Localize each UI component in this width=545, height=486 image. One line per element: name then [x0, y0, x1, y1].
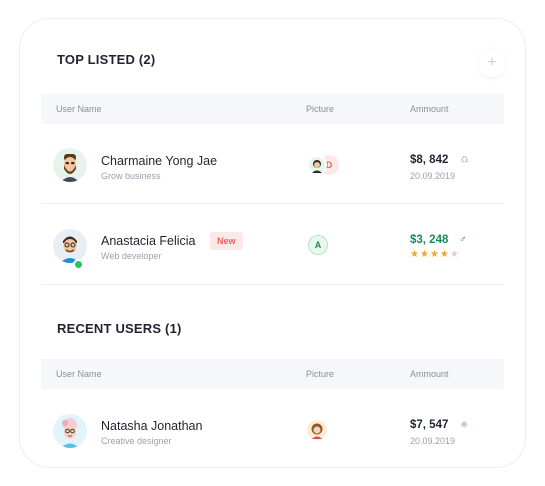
amount-date: 20.09.2019: [410, 171, 456, 181]
male-icon: ♂: [459, 234, 467, 245]
star-icon: ★: [439, 249, 450, 260]
amount-value: $3, 248: [410, 234, 449, 246]
user-role: Creative designer: [101, 436, 172, 446]
amount-date: 20.09.2019: [410, 436, 456, 446]
recent-users-title: RECENT USERS (1): [57, 321, 182, 336]
table-row[interactable]: Natasha Jonathan Creative designer $7, 5…: [41, 389, 504, 467]
column-user-name: User Name: [56, 369, 102, 379]
user-role: Grow business: [101, 171, 161, 181]
plus-icon: +: [487, 54, 497, 71]
picture-avatar: [307, 155, 327, 175]
man-glasses-avatar-icon: [60, 236, 80, 263]
column-amount: Ammount: [410, 369, 449, 379]
bearded-man-avatar-icon: [61, 154, 79, 182]
rating-stars: ★★★★★: [410, 249, 460, 260]
user-name: Charmaine Yong Jae: [101, 154, 218, 168]
top-listed-title: TOP LISTED (2): [57, 52, 156, 67]
recent-users-table-header: User Name Picture Ammount: [41, 359, 504, 389]
amount-value: $7, 547: [410, 419, 449, 431]
avatar: [53, 148, 87, 182]
column-amount: Ammount: [410, 104, 449, 114]
column-picture: Picture: [306, 369, 335, 379]
user-role: Web developer: [101, 251, 162, 261]
table-row[interactable]: Charmaine Yong Jae Grow business D $8, 8…: [41, 124, 504, 204]
new-badge: New: [210, 232, 243, 250]
person-thumbnail-icon: [312, 160, 322, 173]
woman-avatar-icon: [61, 418, 79, 448]
picture-avatar: [307, 420, 327, 440]
column-picture: Picture: [306, 104, 335, 114]
table-row[interactable]: Anastacia Felicia New Web developer A $3…: [41, 204, 504, 285]
top-listed-table-header: User Name Picture Ammount: [41, 94, 504, 124]
star-icon: ★: [429, 249, 440, 260]
picture-letter-badge: A: [308, 235, 328, 255]
star-icon: ★: [410, 249, 420, 260]
avatar: [53, 229, 87, 263]
star-icon: ★: [449, 249, 460, 260]
add-button[interactable]: +: [478, 49, 506, 77]
recycle-icon: ♻: [460, 155, 469, 166]
online-status-indicator: [73, 259, 84, 270]
user-name: Anastacia Felicia: [101, 234, 196, 248]
users-card: TOP LISTED (2) + User Name Picture Ammou…: [19, 18, 526, 468]
gear-icon: ✸: [460, 420, 469, 431]
star-icon: ★: [419, 249, 430, 260]
woman-thumbnail-icon: [311, 423, 323, 439]
amount-value: $8, 842: [410, 154, 449, 166]
user-name: Natasha Jonathan: [101, 419, 203, 433]
column-user-name: User Name: [56, 104, 102, 114]
avatar: [53, 414, 87, 448]
